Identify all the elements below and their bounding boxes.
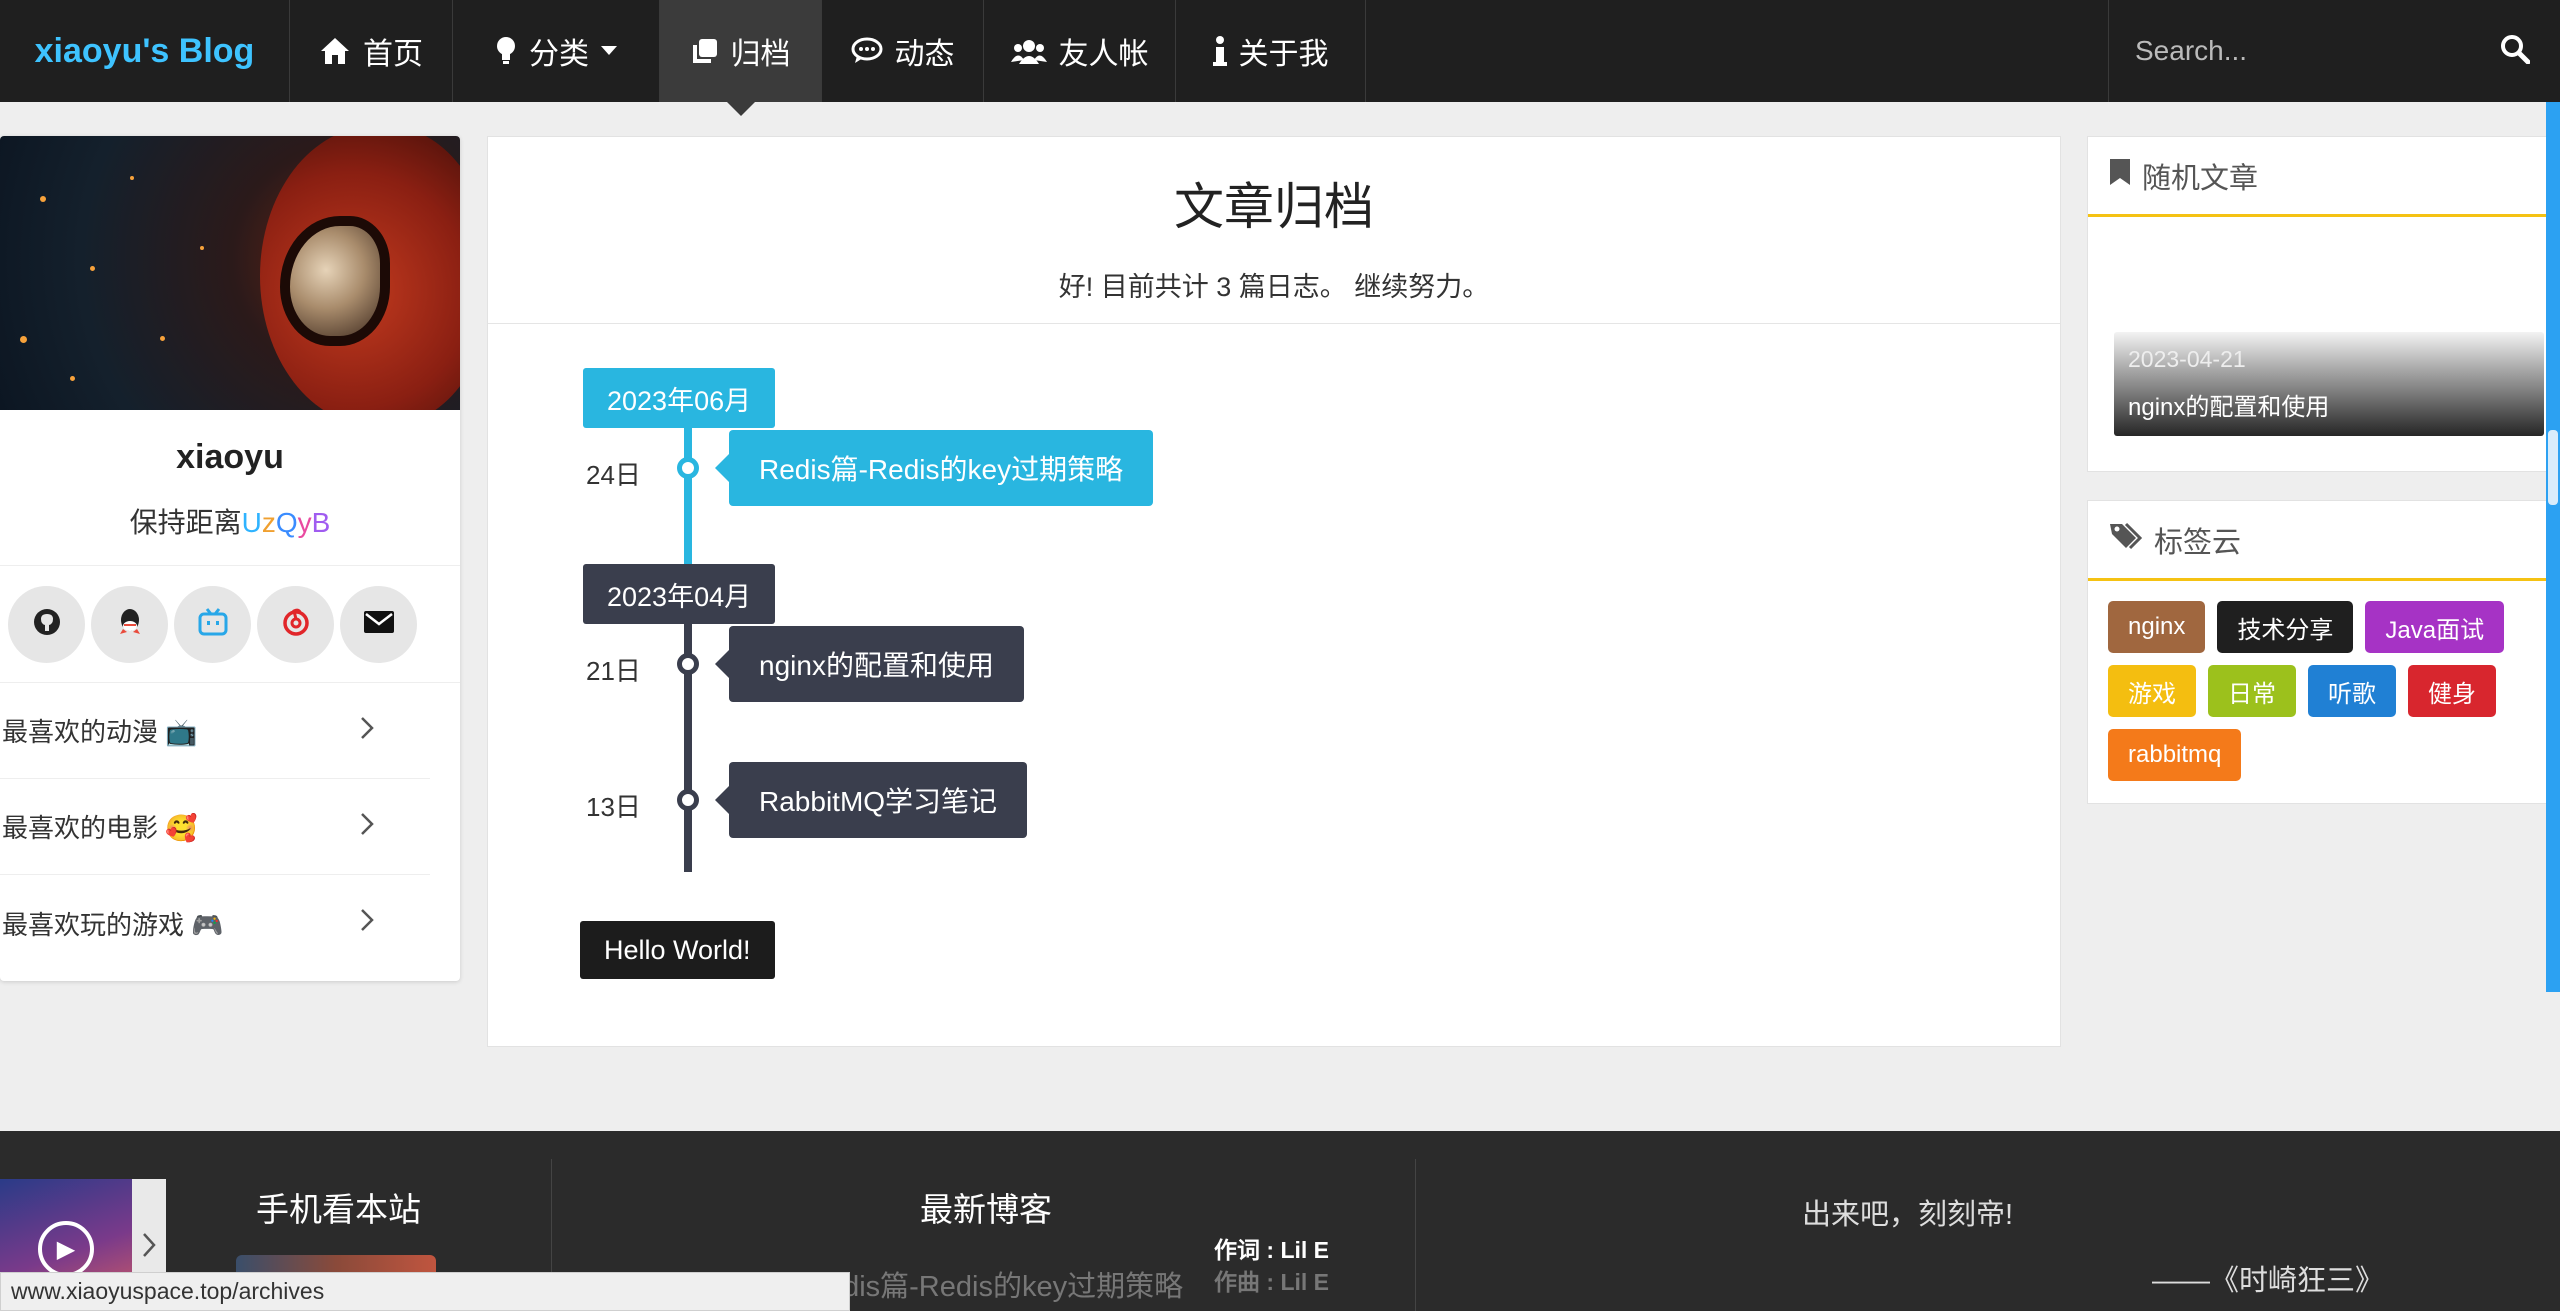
tags-icon: [2110, 522, 2143, 558]
mail-button[interactable]: [340, 585, 417, 663]
lyric-line: 作曲 : Lil E: [1214, 1269, 1329, 1295]
timeline-post[interactable]: RabbitMQ学习笔记: [729, 762, 1028, 838]
favorite-game-label: 最喜欢玩的游戏 🎮: [2, 909, 224, 940]
random-post-title: nginx的配置和使用: [2128, 394, 2330, 421]
status-bar-url: www.xiaoyuspace.top/archives: [0, 1272, 850, 1311]
tag-nginx[interactable]: nginx: [2108, 601, 2206, 653]
random-post-date: 2023-04-21: [2128, 346, 2246, 372]
tag-rabbitmq[interactable]: rabbitmq: [2108, 729, 2242, 781]
tag-fitness[interactable]: 健身: [2408, 665, 2496, 717]
mail-icon: [363, 610, 394, 638]
favorite-game-item[interactable]: 最喜欢玩的游戏 🎮: [0, 875, 430, 971]
nav-home-label: 首页: [363, 38, 423, 71]
info-icon: [1212, 36, 1227, 66]
motto-rainbow: UzQyB: [241, 507, 331, 538]
timeline-month[interactable]: 2023年04月: [583, 564, 776, 624]
tag-java-interview[interactable]: Java面试: [2365, 601, 2505, 653]
site-brand[interactable]: xiaoyu's Blog: [0, 0, 290, 102]
random-posts-header: 随机文章: [2088, 137, 2546, 217]
search-icon[interactable]: [2500, 34, 2531, 69]
nav-archive-label: 归档: [730, 38, 791, 71]
footer-latest-title: 最新博客: [920, 1191, 1052, 1228]
favorite-anime-label: 最喜欢的动漫 📺: [2, 717, 198, 747]
favorite-movie-item[interactable]: 最喜欢的电影 🥰: [0, 779, 430, 875]
footer-quote: 出来吧，刻刻帝!: [1802, 1199, 2014, 1231]
nav-friends-label: 友人帐: [1058, 38, 1149, 71]
timeline-day: 21日: [586, 656, 641, 686]
qq-button[interactable]: [91, 585, 168, 663]
play-icon[interactable]: ▶: [38, 1221, 94, 1277]
chat-icon: [851, 37, 883, 65]
tag-cloud-title: 标签云: [2154, 526, 2242, 559]
home-icon: [319, 36, 351, 66]
nav-about[interactable]: 关于我: [1176, 0, 1366, 102]
github-button[interactable]: [8, 585, 85, 663]
archive-timeline: 2023年06月 24日 Redis篇-Redis的key过期策略 2023年0…: [488, 324, 2060, 1024]
archive-summary: 好! 目前共计 3 篇日志。 继续努力。: [1058, 272, 1490, 302]
social-links: [0, 565, 460, 683]
nav-category[interactable]: 分类: [453, 0, 660, 102]
lightbulb-icon: [495, 36, 517, 66]
tag-daily[interactable]: 日常: [2208, 665, 2296, 717]
footer-latest-post[interactable]: Redis篇-Redis的key过期策略: [806, 1263, 1183, 1305]
timeline-day: 13日: [586, 792, 641, 822]
favorite-anime-item[interactable]: 最喜欢的动漫 📺: [0, 683, 430, 779]
timeline-dot: [677, 789, 699, 811]
nav-home[interactable]: 首页: [290, 0, 453, 102]
chevron-right-icon: [360, 715, 374, 747]
random-posts-title: 随机文章: [2142, 162, 2259, 195]
caret-down-icon: [601, 46, 617, 56]
favorite-movie-label: 最喜欢的电影 🥰: [2, 813, 198, 843]
nav-about-label: 关于我: [1238, 38, 1329, 71]
page-title: 文章归档: [1174, 179, 1374, 235]
nav-friends[interactable]: 友人帐: [984, 0, 1176, 102]
archive-icon: [691, 37, 719, 65]
github-icon: [32, 607, 62, 642]
timeline-day: 24日: [586, 460, 641, 490]
timeline-end: Hello World!: [580, 921, 775, 979]
tag-cloud-widget: 标签云 nginx 技术分享 Java面试 游戏 日常 听歌 健身 rabbit…: [2087, 500, 2547, 804]
profile-name: xiaoyu: [176, 438, 284, 476]
footer-quote-source: ——《时崎狂三》: [2152, 1265, 2385, 1297]
footer-mobile-title: 手机看本站: [256, 1191, 421, 1228]
netease-music-icon: [281, 607, 311, 642]
users-icon: [1010, 38, 1047, 64]
timeline-month[interactable]: 2023年06月: [583, 368, 776, 428]
tag-music[interactable]: 听歌: [2308, 665, 2396, 717]
chevron-right-icon: [360, 907, 374, 939]
top-navbar: xiaoyu's Blog 首页 分类 归档 动态 友人帐 关于我 Search…: [0, 0, 2560, 102]
motto-text: 保持距离: [129, 507, 242, 538]
archive-card: 文章归档 好! 目前共计 3 篇日志。 继续努力。 2023年06月 24日 R…: [487, 136, 2061, 1047]
search-box: [2108, 0, 2560, 102]
timeline-post[interactable]: Redis篇-Redis的key过期策略: [729, 430, 1154, 506]
bookmark-icon: [2110, 158, 2130, 193]
search-input[interactable]: [2135, 35, 2435, 67]
tag-list: nginx 技术分享 Java面试 游戏 日常 听歌 健身 rabbitmq: [2088, 581, 2546, 801]
random-post-card[interactable]: 2023-04-21 nginx的配置和使用: [2114, 332, 2544, 436]
profile-card: xiaoyu 保持距离UzQyB 最喜欢的动漫 📺 最喜欢的电影 🥰 最喜欢玩的…: [0, 136, 460, 981]
lyric-line: 作词 : Lil E: [1214, 1237, 1329, 1263]
scrollbar-thumb[interactable]: [2548, 430, 2558, 505]
timeline-dot: [677, 653, 699, 675]
profile-cover-image: [0, 136, 460, 410]
tag-tech-share[interactable]: 技术分享: [2217, 601, 2354, 653]
nav-moments[interactable]: 动态: [822, 0, 984, 102]
random-posts-widget: 随机文章 2023-04-21 nginx的配置和使用: [2087, 136, 2547, 472]
bilibili-icon: [198, 607, 228, 641]
timeline-post[interactable]: nginx的配置和使用: [729, 626, 1024, 702]
bilibili-button[interactable]: [174, 585, 251, 663]
scrollbar-track[interactable]: [2546, 102, 2560, 992]
netease-music-button[interactable]: [257, 585, 334, 663]
nav-archive[interactable]: 归档: [660, 0, 822, 102]
tag-cloud-header: 标签云: [2088, 501, 2546, 581]
profile-motto: 保持距离UzQyB: [0, 501, 460, 541]
archive-header: 文章归档 好! 目前共计 3 篇日志。 继续努力。: [488, 137, 2060, 324]
qq-icon: [117, 607, 143, 642]
tag-game[interactable]: 游戏: [2108, 665, 2196, 717]
chevron-right-icon: [360, 811, 374, 843]
nav-category-label: 分类: [529, 38, 589, 71]
nav-moments-label: 动态: [894, 38, 955, 71]
timeline-dot: [677, 457, 699, 479]
